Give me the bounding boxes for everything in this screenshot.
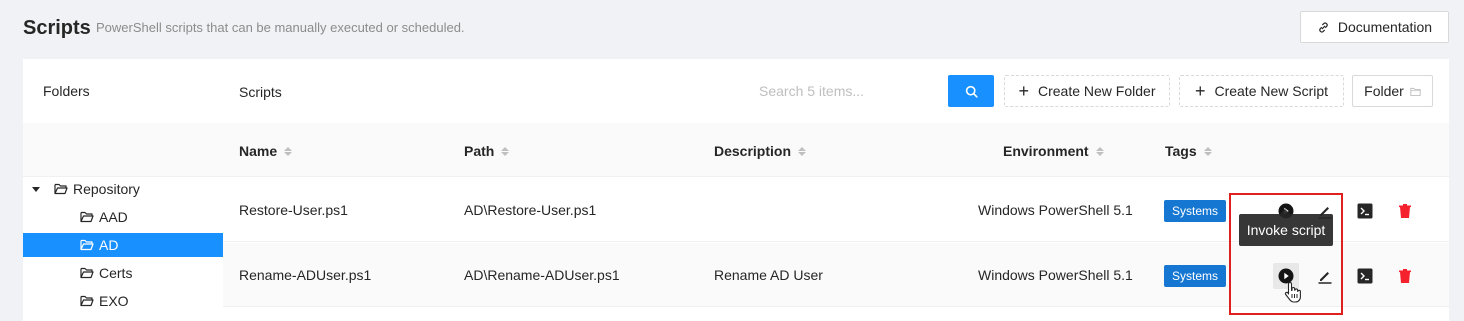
tag-badge: Systems [1164, 200, 1227, 222]
sort-icon [1095, 146, 1104, 156]
sort-icon [798, 146, 807, 156]
terminal-icon [1357, 203, 1373, 219]
search-button[interactable] [948, 75, 994, 107]
link-icon [1319, 21, 1328, 33]
documentation-label: Documentation [1337, 19, 1433, 35]
tree-item-exo[interactable]: EXO [23, 289, 223, 313]
run-in-terminal-button[interactable] [1357, 203, 1373, 219]
page-title: Scripts [23, 17, 91, 39]
create-new-script-button[interactable]: + Create New Script [1179, 75, 1344, 107]
script-description: Rename AD User [714, 267, 823, 283]
tree-item-label: EXO [99, 293, 129, 309]
folder-label: Folder [1364, 83, 1404, 99]
delete-icon [1399, 204, 1411, 218]
delete-script-button[interactable] [1397, 203, 1413, 219]
folder-open-icon [80, 239, 94, 251]
script-path: AD\Rename-ADUser.ps1 [464, 267, 620, 283]
folder-open-icon [80, 211, 94, 223]
tree-item-label: Repository [73, 181, 140, 197]
create-new-folder-label: Create New Folder [1038, 83, 1156, 99]
script-environment: Windows PowerShell 5.1 [978, 202, 1133, 218]
create-new-folder-button[interactable]: + Create New Folder [1004, 75, 1170, 107]
folder-open-icon [80, 267, 94, 279]
delete-script-button[interactable] [1397, 268, 1413, 284]
tree-item-label: AAD [99, 209, 128, 225]
run-in-terminal-button[interactable] [1357, 268, 1373, 284]
folder-icon [1410, 87, 1421, 96]
script-environment: Windows PowerShell 5.1 [978, 267, 1133, 283]
script-name: Rename-ADUser.ps1 [239, 267, 372, 283]
column-header-path[interactable]: Path [464, 143, 510, 159]
terminal-icon [1357, 268, 1373, 284]
search-input[interactable] [755, 75, 948, 107]
tree-item-label: AD [99, 237, 119, 253]
folder-button[interactable]: Folder [1352, 75, 1433, 107]
tag-badge: Systems [1164, 265, 1227, 287]
page-subtitle: PowerShell scripts that can be manually … [96, 20, 465, 35]
tree-item-ad[interactable]: AD [23, 233, 223, 257]
cursor-hand-icon [1284, 281, 1301, 303]
plus-icon: + [1018, 81, 1029, 101]
folder-open-icon [54, 183, 68, 195]
script-name: Restore-User.ps1 [239, 202, 348, 218]
scripts-heading: Scripts [239, 84, 282, 100]
sort-icon [1203, 146, 1212, 156]
column-header-name[interactable]: Name [239, 143, 293, 159]
tree-item-aad[interactable]: AAD [23, 205, 223, 229]
caret-down-icon[interactable] [32, 186, 40, 192]
create-new-script-label: Create New Script [1214, 83, 1329, 99]
column-header-tags[interactable]: Tags [1165, 143, 1212, 159]
tree-item-certs[interactable]: Certs [23, 261, 223, 285]
plus-icon: + [1194, 81, 1206, 101]
tree-item-label: Certs [99, 265, 133, 281]
delete-icon [1399, 269, 1411, 283]
folder-open-icon [80, 295, 94, 307]
script-path: AD\Restore-User.ps1 [464, 202, 597, 218]
search-icon [965, 85, 978, 98]
sort-icon [284, 146, 293, 156]
column-header-description[interactable]: Description [714, 143, 807, 159]
column-header-environment[interactable]: Environment [1003, 143, 1104, 159]
folders-heading: Folders [43, 83, 90, 99]
documentation-button[interactable]: Documentation [1300, 11, 1449, 43]
sort-icon [501, 146, 510, 156]
tree-item-repository[interactable]: Repository [23, 177, 223, 201]
